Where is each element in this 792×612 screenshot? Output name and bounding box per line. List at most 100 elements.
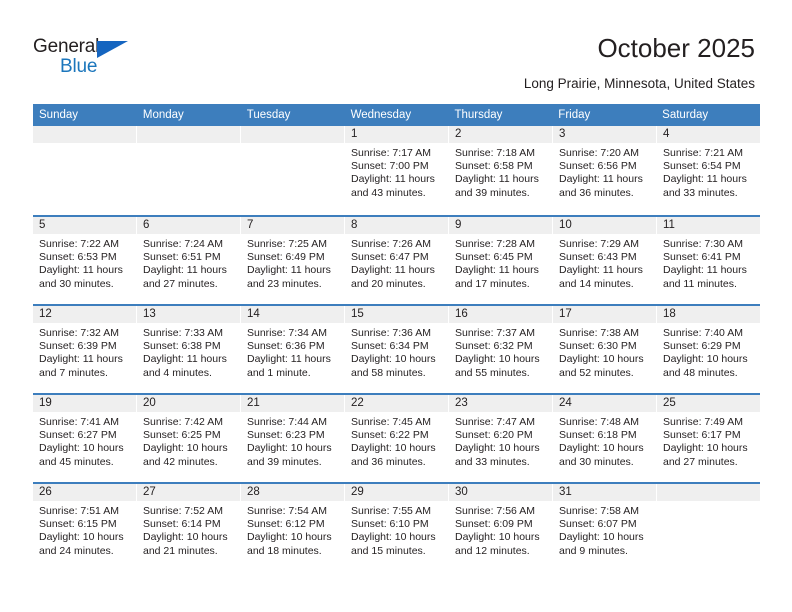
logo-text-general: General bbox=[33, 36, 100, 57]
day-details: Sunrise: 7:44 AM Sunset: 6:23 PM Daylight:… bbox=[241, 412, 344, 469]
sunset-text: Sunset: 6:43 PM bbox=[559, 251, 637, 264]
day-details: Sunrise: 7:52 AM Sunset: 6:14 PM Daylight:… bbox=[137, 501, 240, 558]
calendar-day-cell[interactable]: 18 Sunrise: 7:40 AM Sunset: 6:29 PM Dayligh… bbox=[657, 306, 760, 393]
sunrise-text: Sunrise: 7:36 AM bbox=[351, 327, 431, 339]
day-number: 17 bbox=[553, 306, 656, 323]
calendar-page: General Blue October 2025 Long Prairie, … bbox=[0, 0, 792, 612]
sunset-text: Sunset: 6:53 PM bbox=[39, 251, 117, 264]
calendar-day-cell[interactable]: 29 Sunrise: 7:55 AM Sunset: 6:10 PM Dayligh… bbox=[345, 484, 449, 571]
daylight-text-line1: Daylight: 11 hours bbox=[663, 173, 747, 186]
day-number: 26 bbox=[33, 484, 136, 501]
calendar-day-cell[interactable]: 6 Sunrise: 7:24 AM Sunset: 6:51 PM Daylight… bbox=[137, 217, 241, 304]
calendar-day-cell[interactable]: 13 Sunrise: 7:33 AM Sunset: 6:38 PM Dayligh… bbox=[137, 306, 241, 393]
calendar-day-cell[interactable]: 23 Sunrise: 7:47 AM Sunset: 6:20 PM Dayligh… bbox=[449, 395, 553, 482]
calendar-week-row: 19 Sunrise: 7:41 AM Sunset: 6:27 PM Dayligh… bbox=[33, 393, 760, 482]
calendar-day-cell[interactable]: 27 Sunrise: 7:52 AM Sunset: 6:14 PM Dayligh… bbox=[137, 484, 241, 571]
sunrise-text: Sunrise: 7:44 AM bbox=[247, 416, 327, 428]
sunset-text: Sunset: 6:49 PM bbox=[247, 251, 325, 264]
daylight-text-line2: and 1 minute. bbox=[247, 366, 311, 379]
calendar-day-cell[interactable]: 17 Sunrise: 7:38 AM Sunset: 6:30 PM Dayligh… bbox=[553, 306, 657, 393]
calendar-day-cell[interactable]: 7 Sunrise: 7:25 AM Sunset: 6:49 PM Daylight… bbox=[241, 217, 345, 304]
sunset-text: Sunset: 7:00 PM bbox=[351, 160, 429, 173]
calendar-day-cell[interactable]: 22 Sunrise: 7:45 AM Sunset: 6:22 PM Dayligh… bbox=[345, 395, 449, 482]
day-number: 12 bbox=[33, 306, 136, 323]
sunrise-text: Sunrise: 7:41 AM bbox=[39, 416, 119, 428]
calendar-day-cell[interactable]: 4 Sunrise: 7:21 AM Sunset: 6:54 PM Daylight… bbox=[657, 126, 760, 215]
day-number: 13 bbox=[137, 306, 240, 323]
calendar-day-cell[interactable]: 3 Sunrise: 7:20 AM Sunset: 6:56 PM Daylight… bbox=[553, 126, 657, 215]
sunset-text: Sunset: 6:14 PM bbox=[143, 518, 221, 531]
daylight-text-line1: Daylight: 11 hours bbox=[143, 264, 227, 277]
calendar-day-cell[interactable]: 10 Sunrise: 7:29 AM Sunset: 6:43 PM Dayligh… bbox=[553, 217, 657, 304]
daylight-text-line2: and 14 minutes. bbox=[559, 277, 634, 290]
day-details: Sunrise: 7:45 AM Sunset: 6:22 PM Daylight:… bbox=[345, 412, 448, 469]
calendar-day-cell[interactable]: 11 Sunrise: 7:30 AM Sunset: 6:41 PM Dayligh… bbox=[657, 217, 760, 304]
day-number: 24 bbox=[553, 395, 656, 412]
sunset-text: Sunset: 6:38 PM bbox=[143, 340, 221, 353]
day-number bbox=[33, 126, 136, 143]
calendar-day-cell[interactable]: 20 Sunrise: 7:42 AM Sunset: 6:25 PM Dayligh… bbox=[137, 395, 241, 482]
weekday-tuesday: Tuesday bbox=[246, 109, 291, 121]
calendar-day-cell[interactable]: 9 Sunrise: 7:28 AM Sunset: 6:45 PM Daylight… bbox=[449, 217, 553, 304]
day-details: Sunrise: 7:17 AM Sunset: 7:00 PM Daylight:… bbox=[345, 143, 448, 200]
calendar-day-cell[interactable]: 26 Sunrise: 7:51 AM Sunset: 6:15 PM Dayligh… bbox=[33, 484, 137, 571]
sunset-text: Sunset: 6:23 PM bbox=[247, 429, 325, 442]
calendar-day-cell[interactable]: 5 Sunrise: 7:22 AM Sunset: 6:53 PM Daylight… bbox=[33, 217, 137, 304]
day-details: Sunrise: 7:33 AM Sunset: 6:38 PM Daylight:… bbox=[137, 323, 240, 380]
daylight-text-line1: Daylight: 11 hours bbox=[351, 264, 435, 277]
day-details: Sunrise: 7:28 AM Sunset: 6:45 PM Daylight:… bbox=[449, 234, 552, 291]
daylight-text-line2: and 55 minutes. bbox=[455, 366, 530, 379]
daylight-text-line2: and 33 minutes. bbox=[455, 455, 530, 468]
daylight-text-line2: and 20 minutes. bbox=[351, 277, 426, 290]
calendar-day-cell[interactable]: 12 Sunrise: 7:32 AM Sunset: 6:39 PM Dayligh… bbox=[33, 306, 137, 393]
day-number bbox=[657, 484, 760, 501]
daylight-text-line2: and 12 minutes. bbox=[455, 544, 530, 557]
calendar-day-cell[interactable]: 16 Sunrise: 7:37 AM Sunset: 6:32 PM Dayligh… bbox=[449, 306, 553, 393]
daylight-text-line1: Daylight: 11 hours bbox=[247, 264, 331, 277]
calendar-day-cell[interactable]: 21 Sunrise: 7:44 AM Sunset: 6:23 PM Dayligh… bbox=[241, 395, 345, 482]
day-number: 9 bbox=[449, 217, 552, 234]
daylight-text-line2: and 52 minutes. bbox=[559, 366, 634, 379]
daylight-text-line2: and 18 minutes. bbox=[247, 544, 322, 557]
calendar-day-cell[interactable]: 2 Sunrise: 7:18 AM Sunset: 6:58 PM Daylight… bbox=[449, 126, 553, 215]
calendar-day-cell[interactable]: 1 Sunrise: 7:17 AM Sunset: 7:00 PM Daylight… bbox=[345, 126, 449, 215]
sunset-text: Sunset: 6:17 PM bbox=[663, 429, 741, 442]
calendar-day-cell[interactable]: 19 Sunrise: 7:41 AM Sunset: 6:27 PM Dayligh… bbox=[33, 395, 137, 482]
calendar-day-cell[interactable]: 28 Sunrise: 7:54 AM Sunset: 6:12 PM Dayligh… bbox=[241, 484, 345, 571]
calendar-day-cell[interactable]: 31 Sunrise: 7:58 AM Sunset: 6:07 PM Dayligh… bbox=[553, 484, 657, 571]
sunset-text: Sunset: 6:39 PM bbox=[39, 340, 117, 353]
calendar-day-cell[interactable]: 25 Sunrise: 7:49 AM Sunset: 6:17 PM Dayligh… bbox=[657, 395, 760, 482]
calendar-day-cell[interactable]: 30 Sunrise: 7:56 AM Sunset: 6:09 PM Dayligh… bbox=[449, 484, 553, 571]
calendar-week-row: 5 Sunrise: 7:22 AM Sunset: 6:53 PM Daylight… bbox=[33, 215, 760, 304]
sunrise-text: Sunrise: 7:26 AM bbox=[351, 238, 431, 250]
calendar-cell-empty bbox=[657, 484, 760, 571]
calendar-day-cell[interactable]: 24 Sunrise: 7:48 AM Sunset: 6:18 PM Dayligh… bbox=[553, 395, 657, 482]
day-details: Sunrise: 7:36 AM Sunset: 6:34 PM Daylight:… bbox=[345, 323, 448, 380]
daylight-text-line1: Daylight: 11 hours bbox=[455, 173, 539, 186]
day-details: Sunrise: 7:41 AM Sunset: 6:27 PM Daylight:… bbox=[33, 412, 136, 469]
daylight-text-line1: Daylight: 10 hours bbox=[143, 442, 228, 455]
daylight-text-line1: Daylight: 10 hours bbox=[247, 531, 332, 544]
sunrise-text: Sunrise: 7:17 AM bbox=[351, 147, 431, 159]
calendar-day-cell[interactable]: 14 Sunrise: 7:34 AM Sunset: 6:36 PM Dayligh… bbox=[241, 306, 345, 393]
day-number: 19 bbox=[33, 395, 136, 412]
day-details: Sunrise: 7:18 AM Sunset: 6:58 PM Daylight:… bbox=[449, 143, 552, 200]
daylight-text-line1: Daylight: 10 hours bbox=[455, 442, 540, 455]
day-details: Sunrise: 7:24 AM Sunset: 6:51 PM Daylight:… bbox=[137, 234, 240, 291]
daylight-text-line1: Daylight: 10 hours bbox=[559, 442, 644, 455]
day-number: 2 bbox=[449, 126, 552, 143]
day-details: Sunrise: 7:34 AM Sunset: 6:36 PM Daylight:… bbox=[241, 323, 344, 380]
calendar-day-cell[interactable]: 8 Sunrise: 7:26 AM Sunset: 6:47 PM Daylight… bbox=[345, 217, 449, 304]
day-details: Sunrise: 7:58 AM Sunset: 6:07 PM Daylight:… bbox=[553, 501, 656, 558]
day-number: 22 bbox=[345, 395, 448, 412]
daylight-text-line1: Daylight: 11 hours bbox=[39, 353, 123, 366]
calendar-day-cell[interactable]: 15 Sunrise: 7:36 AM Sunset: 6:34 PM Dayligh… bbox=[345, 306, 449, 393]
page-header: General Blue October 2025 Long Prairie, … bbox=[0, 0, 792, 104]
sunset-text: Sunset: 6:56 PM bbox=[559, 160, 637, 173]
daylight-text-line2: and 39 minutes. bbox=[455, 186, 530, 199]
day-number: 8 bbox=[345, 217, 448, 234]
day-number: 5 bbox=[33, 217, 136, 234]
sunrise-text: Sunrise: 7:47 AM bbox=[455, 416, 535, 428]
generalblue-logo[interactable]: General Blue bbox=[33, 36, 163, 82]
day-details: Sunrise: 7:38 AM Sunset: 6:30 PM Daylight:… bbox=[553, 323, 656, 380]
